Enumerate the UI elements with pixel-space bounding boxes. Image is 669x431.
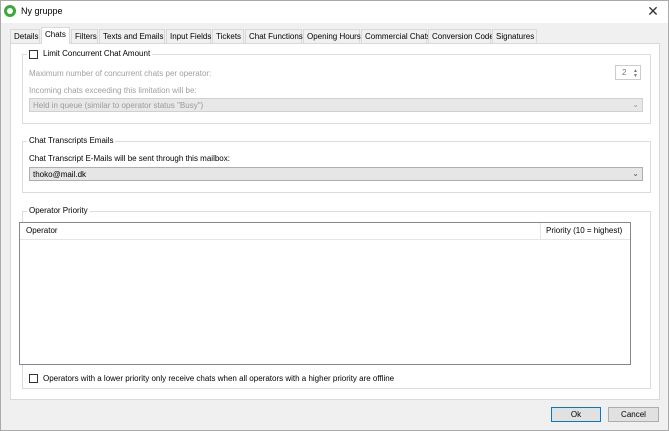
chevron-down-icon: ⌄ [632,100,639,109]
operator-priority-list[interactable]: Operator Priority (10 = highest) [19,222,631,365]
priority-offline-label: Operators with a lower priority only rec… [43,374,395,383]
tab-chat-functions[interactable]: Chat Functions [245,29,303,43]
tab-opening-hours[interactable]: Opening Hours [303,29,361,43]
ok-button[interactable]: Ok [551,407,601,422]
transcripts-label: Chat Transcript E-Mails will be sent thr… [29,154,230,163]
limit-group: Limit Concurrent Chat Amount Maximum num… [22,49,651,124]
limit-checkbox-label: Limit Concurrent Chat Amount [43,49,151,58]
window-title: Ny gruppe [21,6,63,16]
cancel-button[interactable]: Cancel [608,407,659,422]
transcript-mailbox-value: thoko@mail.dk [33,170,87,179]
tab-commercial-chats[interactable]: Commercial Chats [361,29,431,43]
tab-input-fields[interactable]: Input Fields [166,29,211,43]
transcripts-group: Chat Transcripts Emails Chat Transcript … [22,136,651,193]
limit-concurrent-checkbox[interactable] [29,50,38,59]
chevron-down-icon: ⌄ [632,169,639,178]
app-logo-icon [4,5,16,17]
max-chats-stepper[interactable]: 2 ▲ ▼ [615,65,641,80]
transcript-mailbox-select[interactable]: thoko@mail.dk ⌄ [29,167,643,181]
tab-details[interactable]: Details [10,29,40,43]
list-header: Operator Priority (10 = highest) [20,223,630,240]
exceed-action-value: Held in queue (similar to operator statu… [33,101,204,110]
max-chats-value: 2 [622,68,627,77]
tab-tickets[interactable]: Tickets [212,29,244,43]
column-header-priority[interactable]: Priority (10 = highest) [546,226,622,235]
priority-offline-checkbox[interactable] [29,374,38,383]
dialog-window: Ny gruppe ✕ Details Chats Filters Texts … [0,0,669,431]
transcripts-group-title: Chat Transcripts Emails [27,136,116,145]
exceed-action-select[interactable]: Held in queue (similar to operator statu… [29,98,643,112]
column-header-operator[interactable]: Operator [26,226,58,235]
title-bar: Ny gruppe ✕ [1,1,668,23]
tab-texts-and-emails[interactable]: Texts and Emails [99,29,165,43]
tab-chats[interactable]: Chats [41,27,70,44]
close-button[interactable]: ✕ [640,1,666,21]
tab-signatures[interactable]: Signatures [492,29,537,43]
exceed-label: Incoming chats exceeding this limitation… [29,86,197,95]
tab-filters[interactable]: Filters [71,29,98,43]
column-separator[interactable] [540,223,541,240]
limit-group-header: Limit Concurrent Chat Amount [27,49,153,58]
tab-conversion-code[interactable]: Conversion Code [428,29,494,43]
max-chats-label: Maximum number of concurrent chats per o… [29,69,212,78]
priority-group-title: Operator Priority [27,206,90,215]
spin-down-icon[interactable]: ▼ [633,73,638,79]
